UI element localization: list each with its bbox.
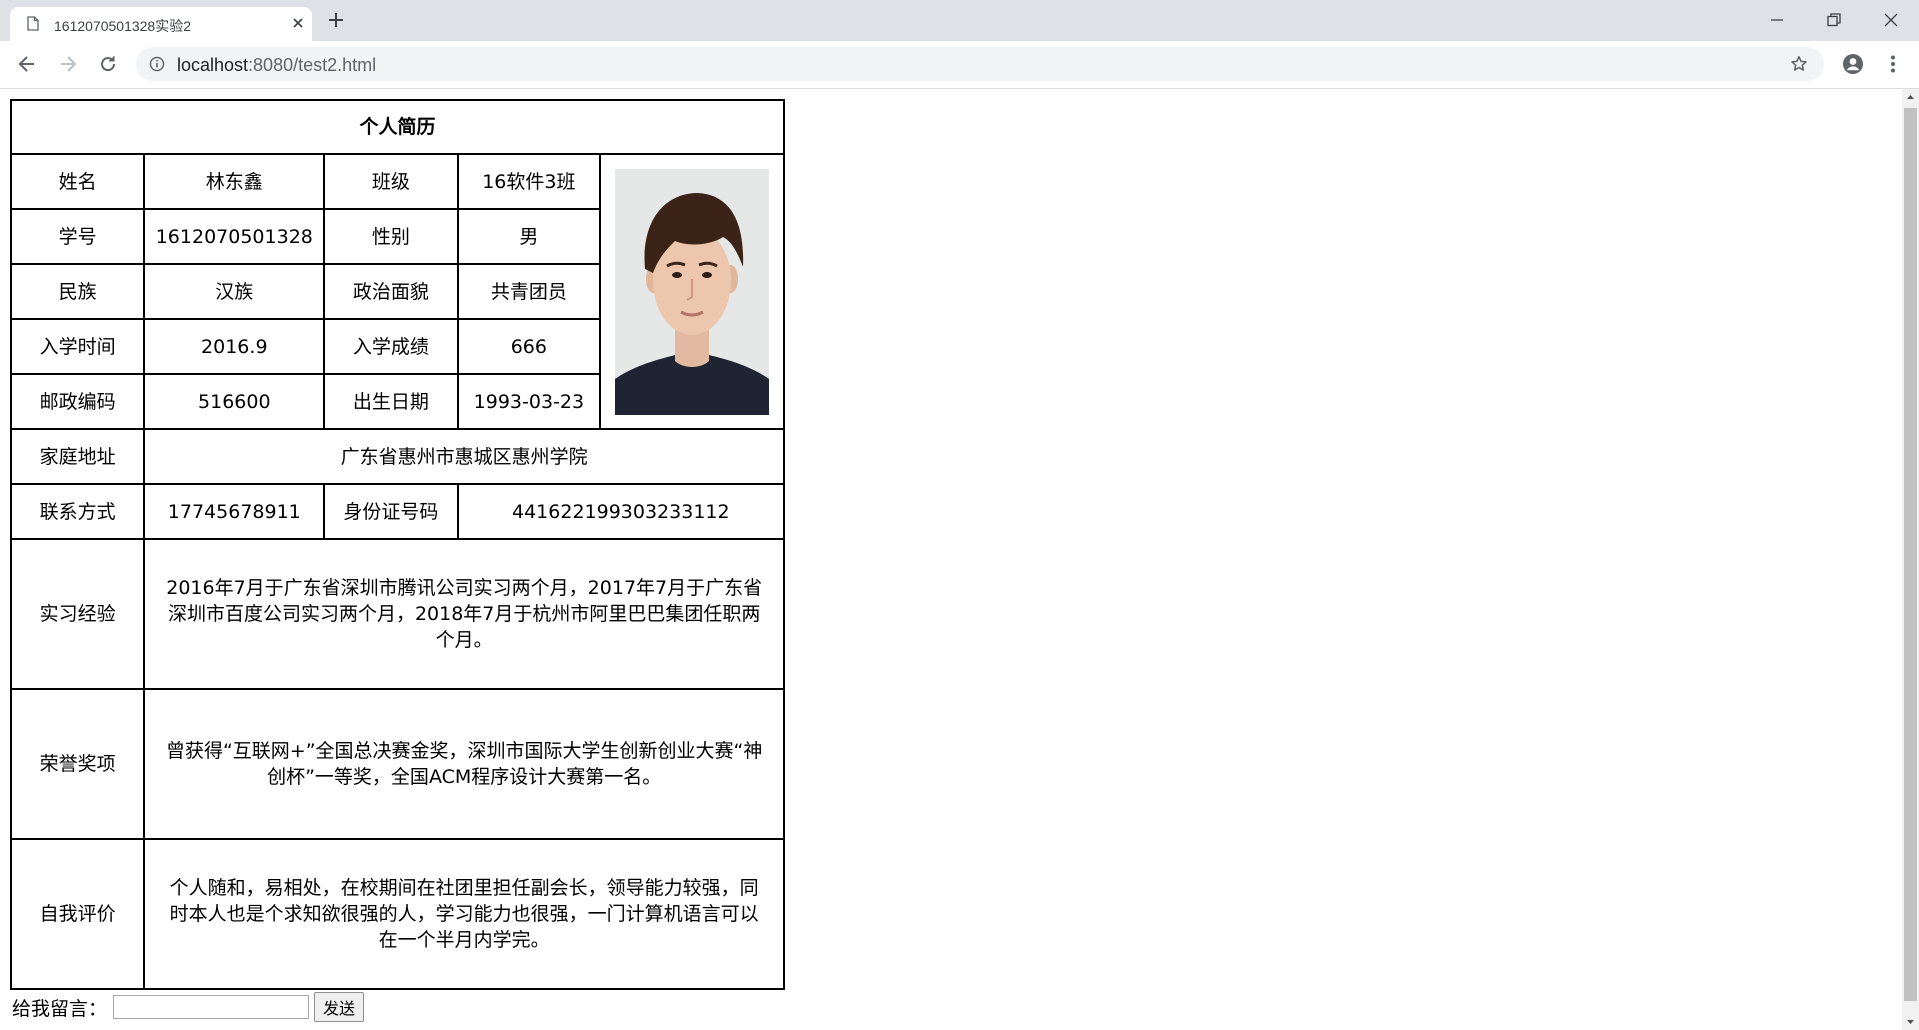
- reload-icon[interactable]: [97, 53, 119, 75]
- gender-value: 男: [456, 208, 602, 265]
- class-value: 16软件3班: [456, 153, 602, 210]
- honors-value: 曾获得“互联网+”全国总决赛金奖，深圳市国际大学生创新创业大赛“神创杯”一等奖，…: [143, 688, 785, 840]
- political-status-label: 政治面貌: [323, 263, 459, 320]
- forward-icon[interactable]: [57, 53, 79, 75]
- enroll-time-label: 入学时间: [9, 318, 146, 375]
- back-icon[interactable]: [16, 53, 38, 75]
- name-label: 姓名: [9, 153, 146, 210]
- ethnicity-value: 汉族: [143, 263, 326, 320]
- postal-code-label: 邮政编码: [9, 373, 146, 430]
- honors-label: 荣誉奖项: [9, 688, 146, 840]
- site-info-icon[interactable]: [149, 56, 165, 72]
- message-form: 给我留言： 发送: [12, 992, 365, 1022]
- page-content: 个人简历 姓名 林东鑫 班级 16软件3班 学号 1612070501328 性…: [0, 89, 1902, 1030]
- message-label: 给我留言：: [12, 997, 108, 1020]
- scroll-up-arrow-icon[interactable]: [1902, 89, 1919, 106]
- url-text: localhost:8080/test2.html: [177, 55, 377, 75]
- minimize-icon[interactable]: [1767, 10, 1787, 30]
- tab-strip: 1612070501328实验2: [0, 0, 1919, 41]
- enroll-score-label: 入学成绩: [323, 318, 459, 375]
- address-value: 广东省惠州市惠城区惠州学院: [143, 428, 785, 485]
- ethnicity-label: 民族: [9, 263, 146, 320]
- birth-date-value: 1993-03-23: [456, 373, 602, 430]
- contact-label: 联系方式: [9, 483, 146, 540]
- new-tab-icon[interactable]: [326, 10, 346, 30]
- address-bar[interactable]: localhost:8080/test2.html: [136, 47, 1824, 81]
- enroll-score-value: 666: [456, 318, 602, 375]
- id-number-value: 441622199303233112: [456, 483, 786, 540]
- profile-photo: [615, 168, 770, 415]
- send-button[interactable]: 发送: [314, 992, 365, 1022]
- bookmark-star-icon[interactable]: [1790, 55, 1808, 73]
- birth-date-label: 出生日期: [323, 373, 459, 430]
- restore-icon[interactable]: [1824, 10, 1844, 30]
- browser-tab[interactable]: 1612070501328实验2: [10, 7, 312, 41]
- contact-value: 17745678911: [143, 483, 326, 540]
- message-input[interactable]: [113, 995, 310, 1019]
- resume-table: 个人简历 姓名 林东鑫 班级 16软件3班 学号 1612070501328 性…: [9, 99, 786, 990]
- class-label: 班级: [323, 153, 459, 210]
- photo-cell: [599, 153, 785, 430]
- internship-label: 实习经验: [9, 538, 146, 690]
- student-id-label: 学号: [9, 208, 146, 265]
- enroll-time-value: 2016.9: [143, 318, 326, 375]
- self-eval-value: 个人随和，易相处，在校期间在社团里担任副会长，领导能力较强，同时本人也是个求知欲…: [143, 838, 785, 990]
- resume-title: 个人简历: [10, 99, 785, 155]
- scrollbar-thumb[interactable]: [1904, 108, 1917, 1001]
- internship-value: 2016年7月于广东省深圳市腾讯公司实习两个月，2017年7月于广东省深圳市百度…: [143, 538, 785, 690]
- self-eval-label: 自我评价: [9, 838, 146, 990]
- address-label: 家庭地址: [9, 428, 146, 485]
- menu-icon[interactable]: [1882, 53, 1904, 75]
- scroll-down-arrow-icon[interactable]: [1902, 1013, 1919, 1030]
- postal-code-value: 516600: [143, 373, 326, 430]
- student-id-value: 1612070501328: [143, 208, 326, 265]
- gender-label: 性别: [323, 208, 459, 265]
- id-number-label: 身份证号码: [323, 483, 459, 540]
- document-icon: [27, 16, 39, 31]
- political-status-value: 共青团员: [456, 263, 602, 320]
- close-window-icon[interactable]: [1881, 10, 1901, 30]
- name-value: 林东鑫: [143, 153, 326, 210]
- profile-icon[interactable]: [1842, 53, 1864, 75]
- vertical-scrollbar[interactable]: [1902, 89, 1919, 1030]
- browser-toolbar: localhost:8080/test2.html: [0, 41, 1919, 89]
- tab-title: 1612070501328实验2: [54, 18, 192, 34]
- close-tab-icon[interactable]: [290, 15, 306, 31]
